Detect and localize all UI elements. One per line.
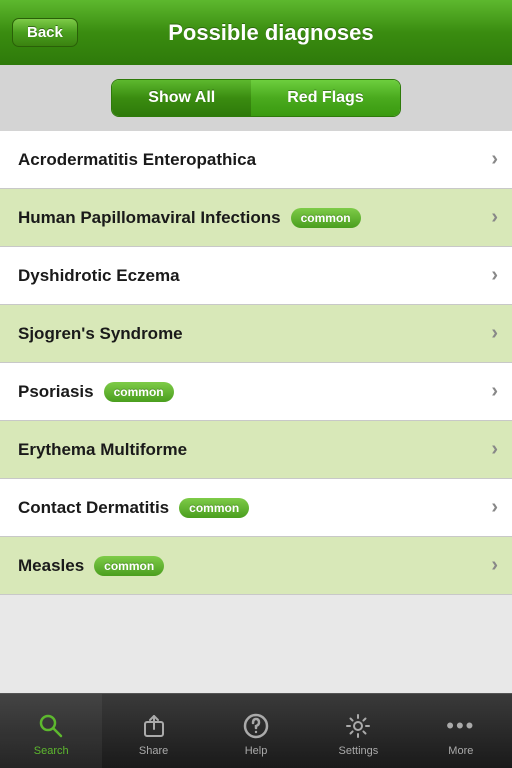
list-item[interactable]: Dyshidrotic Eczema › <box>0 247 512 305</box>
diagnosis-name: Erythema Multiforme <box>18 440 187 460</box>
diagnosis-list: Acrodermatitis Enteropathica›Human Papil… <box>0 131 512 595</box>
header: Back Possible diagnoses <box>0 0 512 65</box>
diagnosis-name: Human Papillomaviral Infections <box>18 208 281 228</box>
common-badge: common <box>291 208 361 228</box>
common-badge: common <box>94 556 164 576</box>
help-icon <box>241 711 271 741</box>
list-item[interactable]: Contact Dermatitis common › <box>0 479 512 537</box>
filter-bar: Show All Red Flags <box>0 65 512 131</box>
chevron-right-icon: › <box>491 438 498 461</box>
chevron-right-icon: › <box>491 554 498 577</box>
chevron-right-icon: › <box>491 148 498 171</box>
show-all-button[interactable]: Show All <box>112 80 251 116</box>
tab-search[interactable]: Search <box>0 694 102 768</box>
list-item[interactable]: Sjogren's Syndrome › <box>0 305 512 363</box>
diagnosis-name: Measles <box>18 556 84 576</box>
common-badge: common <box>104 382 174 402</box>
tab-more-label: More <box>448 745 473 757</box>
chevron-right-icon: › <box>491 206 498 229</box>
tab-help-label: Help <box>245 745 268 757</box>
settings-icon <box>343 711 373 741</box>
diagnosis-name: Dyshidrotic Eczema <box>18 266 180 286</box>
tab-settings-label: Settings <box>339 745 379 757</box>
share-icon <box>139 711 169 741</box>
search-icon <box>36 711 66 741</box>
red-flags-button[interactable]: Red Flags <box>251 80 399 116</box>
list-item[interactable]: Measles common › <box>0 537 512 595</box>
tab-search-label: Search <box>34 745 69 757</box>
filter-group: Show All Red Flags <box>111 79 400 117</box>
list-item[interactable]: Psoriasis common › <box>0 363 512 421</box>
diagnosis-name: Sjogren's Syndrome <box>18 324 183 344</box>
diagnosis-name: Contact Dermatitis <box>18 498 169 518</box>
more-icon: ••• <box>446 711 476 741</box>
tab-share[interactable]: Share <box>102 694 204 768</box>
diagnosis-name: Acrodermatitis Enteropathica <box>18 150 256 170</box>
list-item[interactable]: Erythema Multiforme › <box>0 421 512 479</box>
common-badge: common <box>179 498 249 518</box>
chevron-right-icon: › <box>491 496 498 519</box>
chevron-right-icon: › <box>491 380 498 403</box>
tab-help[interactable]: Help <box>205 694 307 768</box>
chevron-right-icon: › <box>491 322 498 345</box>
tab-more[interactable]: ••• More <box>410 694 512 768</box>
tab-bar: Search Share Help Setti <box>0 693 512 768</box>
back-button[interactable]: Back <box>12 18 78 47</box>
tab-settings[interactable]: Settings <box>307 694 409 768</box>
list-item[interactable]: Human Papillomaviral Infections common › <box>0 189 512 247</box>
list-item[interactable]: Acrodermatitis Enteropathica › <box>0 131 512 189</box>
chevron-right-icon: › <box>491 264 498 287</box>
tab-share-label: Share <box>139 745 168 757</box>
page-title: Possible diagnoses <box>92 20 450 46</box>
diagnosis-name: Psoriasis <box>18 382 94 402</box>
